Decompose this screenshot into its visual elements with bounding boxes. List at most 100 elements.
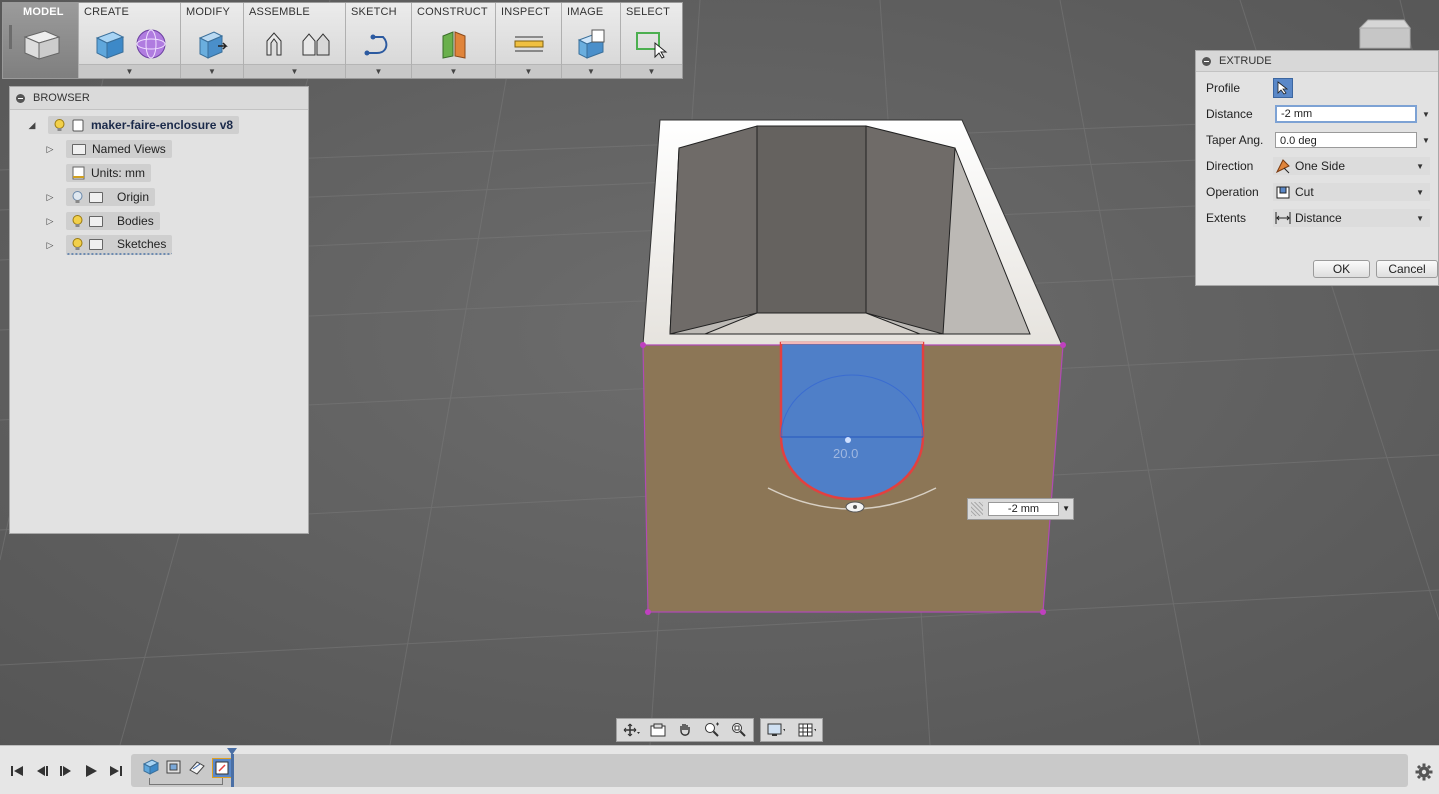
inspect-label: INSPECT — [501, 6, 551, 18]
press-pull-icon[interactable] — [195, 27, 229, 61]
cancel-button[interactable]: Cancel — [1376, 260, 1438, 278]
distance-label: Distance — [1206, 107, 1253, 121]
tree-root[interactable]: ◢ maker-faire-enclosure v8 — [26, 115, 240, 135]
extents-select[interactable]: Distance ▼ — [1273, 209, 1430, 227]
profile-select-button[interactable] — [1273, 78, 1293, 98]
select-window-icon[interactable] — [635, 27, 669, 61]
zoom-icon[interactable] — [703, 722, 721, 738]
joint-icon[interactable] — [257, 27, 291, 61]
chevron-down-icon: ▼ — [1416, 213, 1424, 223]
expand-triangle-icon[interactable]: ▷ — [44, 216, 56, 227]
expand-triangle-icon[interactable]: ◢ — [26, 120, 38, 131]
box-icon[interactable] — [92, 27, 126, 61]
sketch-curve-icon[interactable] — [362, 27, 396, 61]
play-icon[interactable] — [83, 763, 99, 779]
timeline-marker[interactable] — [227, 748, 237, 787]
direction-select[interactable]: One Side ▼ — [1273, 157, 1430, 175]
ok-button[interactable]: OK — [1313, 260, 1370, 278]
go-to-end-icon[interactable] — [108, 763, 124, 779]
direction-one-side-icon — [1275, 159, 1290, 174]
timeline-group-bracket — [149, 778, 223, 785]
operation-select[interactable]: Cut ▼ — [1273, 183, 1430, 201]
create-dropdown-arrow[interactable]: ▼ — [79, 64, 180, 78]
tree-item-sketches[interactable]: ▷ Sketches — [44, 235, 173, 255]
taper-angle-label: Taper Ang... — [1206, 133, 1264, 147]
pan-hand-icon[interactable] — [676, 722, 694, 738]
sketch-menu[interactable]: SKETCH ▼ — [346, 3, 412, 78]
distance-input[interactable]: -2 mm — [1275, 105, 1417, 123]
sketch-dimension-text: 20.0 — [833, 446, 858, 461]
image-dropdown-arrow[interactable]: ▼ — [562, 64, 620, 78]
collapse-icon[interactable] — [1202, 56, 1211, 66]
dialog-title: EXTRUDE — [1219, 55, 1272, 67]
direction-label: Direction — [1206, 159, 1254, 173]
sketch-dropdown-arrow[interactable]: ▼ — [346, 64, 411, 78]
expand-triangle-icon[interactable]: ▷ — [44, 240, 56, 251]
inspect-menu[interactable]: INSPECT ▼ — [496, 3, 562, 78]
assemble-menu[interactable]: ASSEMBLE ▼ — [244, 3, 346, 78]
construct-plane-icon[interactable] — [437, 27, 471, 61]
workspace-label: MODEL — [23, 6, 64, 18]
modify-menu[interactable]: MODIFY ▼ — [181, 3, 244, 78]
visibility-bulb-icon[interactable] — [72, 214, 83, 228]
settings-gear-icon[interactable] — [1415, 763, 1433, 781]
go-to-start-icon[interactable] — [9, 763, 25, 779]
folder-icon — [89, 215, 103, 227]
grid-icon[interactable] — [798, 722, 816, 738]
timeline-extrude-feature-icon[interactable] — [212, 758, 232, 778]
distance-dropdown-arrow[interactable]: ▼ — [1422, 110, 1430, 119]
sphere-form-icon[interactable] — [134, 27, 168, 61]
select-menu[interactable]: SELECT ▼ — [621, 3, 682, 78]
modify-dropdown-arrow[interactable]: ▼ — [181, 64, 243, 78]
step-forward-icon[interactable] — [58, 763, 74, 779]
construct-label: CONSTRUCT — [417, 6, 488, 18]
extents-row: Extents Distance ▼ — [1196, 208, 1438, 228]
step-back-icon[interactable] — [34, 763, 50, 779]
visibility-bulb-off-icon[interactable] — [72, 190, 83, 204]
folder-icon — [89, 238, 103, 250]
timeline-sketch-feature-icon[interactable] — [188, 758, 206, 776]
document-icon — [72, 166, 85, 180]
taper-dropdown-arrow[interactable]: ▼ — [1422, 136, 1430, 145]
expand-triangle-icon[interactable]: ▷ — [44, 192, 56, 203]
image-label: IMAGE — [567, 6, 604, 18]
construct-dropdown-arrow[interactable]: ▼ — [412, 64, 495, 78]
timeline-track[interactable] — [131, 754, 1408, 787]
look-at-icon[interactable] — [649, 722, 667, 738]
viewcube — [1358, 19, 1411, 49]
drag-grip-icon[interactable] — [971, 502, 983, 516]
inspect-dropdown-arrow[interactable]: ▼ — [496, 64, 561, 78]
timeline-box-feature-icon[interactable] — [142, 758, 160, 776]
taper-row: Taper Ang... 0.0 deg ▼ — [1196, 130, 1438, 150]
chevron-down-icon[interactable]: ▼ — [1062, 504, 1070, 513]
visibility-bulb-icon[interactable] — [54, 118, 65, 132]
assemble-dropdown-arrow[interactable]: ▼ — [244, 64, 345, 78]
measure-icon[interactable] — [512, 27, 546, 61]
display-mode-icon[interactable] — [767, 722, 786, 738]
visibility-bulb-icon[interactable] — [72, 237, 83, 251]
tree-item-bodies[interactable]: ▷ Bodies — [44, 211, 160, 231]
tree-item-named-views[interactable]: ▷ Named Views — [44, 139, 172, 159]
taper-angle-input[interactable]: 0.0 deg — [1275, 132, 1417, 148]
image-menu[interactable]: IMAGE ▼ — [562, 3, 621, 78]
tree-item-units[interactable]: Units: mm — [66, 163, 151, 183]
tree-item-origin[interactable]: ▷ Origin — [44, 187, 156, 207]
timeline-bar — [0, 745, 1439, 794]
collapse-icon[interactable] — [16, 93, 25, 103]
distance-manipulator-input[interactable]: -2 mm — [988, 502, 1059, 516]
expand-triangle-icon[interactable]: ▷ — [44, 144, 56, 155]
workspace-model[interactable]: MODEL — [3, 3, 79, 78]
create-menu[interactable]: CREATE ▼ — [79, 3, 181, 78]
timeline-shell-feature-icon[interactable] — [165, 758, 183, 776]
tree-item-label: Sketches — [117, 237, 167, 251]
create-label: CREATE — [84, 6, 130, 18]
profile-row: Profile — [1196, 78, 1438, 98]
tree-item-label: Origin — [117, 190, 150, 204]
orbit-icon[interactable] — [622, 722, 640, 738]
decal-icon[interactable] — [574, 27, 608, 61]
as-built-joint-icon[interactable] — [299, 27, 333, 61]
select-dropdown-arrow[interactable]: ▼ — [621, 64, 682, 78]
construct-menu[interactable]: CONSTRUCT ▼ — [412, 3, 496, 78]
direction-value: One Side — [1295, 159, 1346, 173]
fit-zoom-icon[interactable] — [730, 722, 748, 738]
